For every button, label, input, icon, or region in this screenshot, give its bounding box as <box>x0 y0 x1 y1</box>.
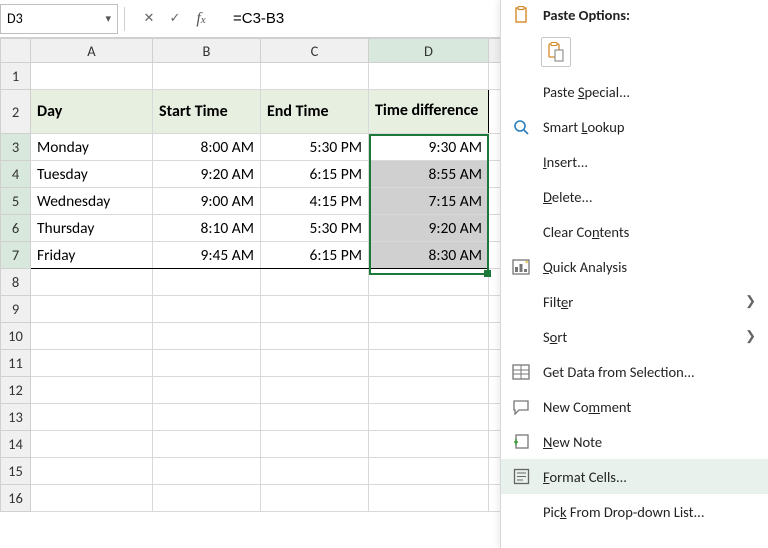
cell[interactable]: 9:45 AM <box>153 242 261 269</box>
menu-label: Paste Special... <box>543 83 756 101</box>
cell[interactable]: 8:00 AM <box>153 134 261 161</box>
row-header[interactable]: 6 <box>1 215 31 242</box>
menu-get-data[interactable]: Get Data from Selection... <box>501 354 768 389</box>
row-header[interactable]: 9 <box>1 296 31 323</box>
row-header[interactable]: 7 <box>1 242 31 269</box>
comment-icon <box>511 397 531 417</box>
confirm-icon[interactable]: ✓ <box>167 11 183 26</box>
row-header[interactable]: 5 <box>1 188 31 215</box>
cancel-icon[interactable]: ✕ <box>141 11 157 26</box>
menu-label: Sort <box>543 328 733 346</box>
row-header[interactable]: 4 <box>1 161 31 188</box>
row-header[interactable]: 11 <box>1 350 31 377</box>
col-header-d[interactable]: D <box>369 39 489 63</box>
menu-label: Filter <box>543 293 733 311</box>
clipboard-icon <box>511 5 531 25</box>
cell[interactable]: 6:15 PM <box>261 242 369 269</box>
fx-icon[interactable]: fx <box>193 10 209 28</box>
menu-pick-from-list[interactable]: Pick From Drop-down List... <box>501 494 768 529</box>
cell[interactable]: 8:10 AM <box>153 215 261 242</box>
cell[interactable]: 9:00 AM <box>153 188 261 215</box>
cell[interactable]: 6:15 PM <box>261 161 369 188</box>
chevron-down-icon[interactable]: ▾ <box>105 12 111 25</box>
menu-label: Insert... <box>543 153 756 171</box>
menu-smart-lookup[interactable]: Smart Lookup <box>501 109 768 144</box>
col-header-a[interactable]: A <box>31 39 153 63</box>
row-header[interactable]: 14 <box>1 431 31 458</box>
menu-label: Paste Options: <box>543 6 756 24</box>
menu-paste-special[interactable]: Paste Special... <box>501 74 768 109</box>
col-header-c[interactable]: C <box>261 39 369 63</box>
menu-format-cells[interactable]: Format Cells... <box>501 459 768 494</box>
menu-new-note[interactable]: New Note <box>501 424 768 459</box>
name-box-value: D3 <box>7 10 23 27</box>
row-header[interactable]: 3 <box>1 134 31 161</box>
quick-analysis-icon <box>511 257 531 277</box>
row-header[interactable]: 16 <box>1 485 31 512</box>
cell[interactable]: Tuesday <box>31 161 153 188</box>
paste-default-button[interactable] <box>541 37 571 67</box>
menu-quick-analysis[interactable]: Quick Analysis <box>501 249 768 284</box>
menu-label: Get Data from Selection... <box>543 363 756 381</box>
chevron-right-icon: ❯ <box>745 329 756 344</box>
menu-clear-contents[interactable]: Clear Contents <box>501 214 768 249</box>
cell[interactable]: Thursday <box>31 215 153 242</box>
cell-active[interactable]: 9:30 AM <box>369 134 489 161</box>
cell[interactable]: Friday <box>31 242 153 269</box>
menu-label: Format Cells... <box>543 468 756 486</box>
paste-options-row <box>501 30 768 74</box>
name-box[interactable]: D3 ▾ <box>0 4 118 34</box>
menu-label: New Comment <box>543 398 756 416</box>
menu-label: Clear Contents <box>543 223 756 241</box>
menu-label: Smart Lookup <box>543 118 756 136</box>
note-icon <box>511 432 531 452</box>
row-header[interactable]: 12 <box>1 377 31 404</box>
context-menu: Paste Options: Paste Special... Smart Lo… <box>500 0 768 548</box>
cell[interactable]: 4:15 PM <box>261 188 369 215</box>
col-header-b[interactable]: B <box>153 39 261 63</box>
cell[interactable]: 5:30 PM <box>261 134 369 161</box>
menu-label: Quick Analysis <box>543 258 756 276</box>
cell[interactable]: 7:15 AM <box>369 188 489 215</box>
row-header[interactable]: 1 <box>1 63 31 90</box>
table-header-day[interactable]: Day <box>31 90 153 134</box>
menu-label: Pick From Drop-down List... <box>543 503 756 521</box>
format-cells-icon <box>511 467 531 487</box>
chevron-right-icon: ❯ <box>745 294 756 309</box>
cell[interactable]: 8:55 AM <box>369 161 489 188</box>
menu-insert[interactable]: Insert... <box>501 144 768 179</box>
table-icon <box>511 362 531 382</box>
cell[interactable]: Wednesday <box>31 188 153 215</box>
cell[interactable]: 9:20 AM <box>153 161 261 188</box>
menu-label: New Note <box>543 433 756 451</box>
menu-delete[interactable]: Delete... <box>501 179 768 214</box>
cell[interactable]: 8:30 AM <box>369 242 489 269</box>
row-header[interactable]: 15 <box>1 458 31 485</box>
row-header[interactable]: 13 <box>1 404 31 431</box>
menu-label: Delete... <box>543 188 756 206</box>
row-header[interactable]: 10 <box>1 323 31 350</box>
menu-filter[interactable]: Filter ❯ <box>501 284 768 319</box>
row-header[interactable]: 8 <box>1 269 31 296</box>
menu-new-comment[interactable]: New Comment <box>501 389 768 424</box>
cell[interactable]: Monday <box>31 134 153 161</box>
row-header[interactable]: 2 <box>1 90 31 134</box>
table-header-end[interactable]: End Time <box>261 90 369 134</box>
table-header-diff[interactable]: Time difference <box>369 90 489 134</box>
search-icon <box>511 117 531 137</box>
select-all-corner[interactable] <box>1 39 31 63</box>
table-header-start[interactable]: Start Time <box>153 90 261 134</box>
cell[interactable]: 5:30 PM <box>261 215 369 242</box>
cell[interactable]: 9:20 AM <box>369 215 489 242</box>
menu-paste-options-header: Paste Options: <box>501 0 768 30</box>
menu-sort[interactable]: Sort ❯ <box>501 319 768 354</box>
